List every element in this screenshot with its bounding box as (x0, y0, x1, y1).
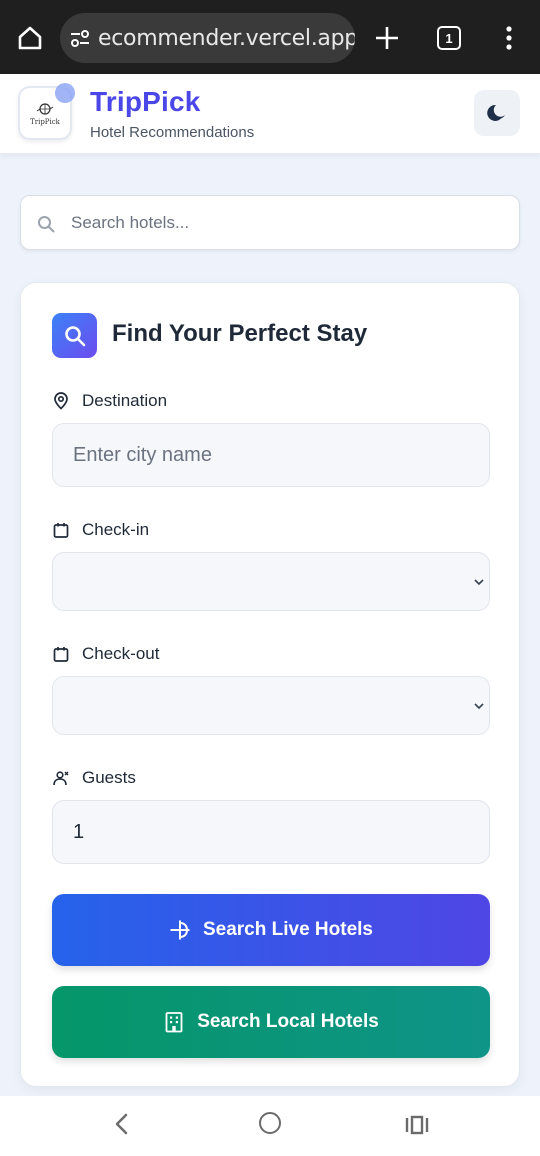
search-input[interactable] (71, 196, 511, 249)
checkout-label-text: Check-out (82, 644, 160, 663)
more-menu-icon[interactable] (503, 25, 515, 51)
search-form-card: Find Your Perfect Stay Destination Enter… (20, 282, 520, 1087)
map-pin-icon (54, 392, 68, 410)
address-bar[interactable]: ecommender.vercel.app (60, 13, 355, 63)
moon-icon (487, 104, 505, 121)
building-icon (165, 1012, 183, 1033)
destination-label-text: Destination (82, 391, 168, 410)
url-text: ecommender.vercel.app (98, 25, 355, 51)
checkin-date-input[interactable] (52, 552, 490, 611)
calendar-icon (53, 647, 69, 662)
card-search-icon (52, 313, 97, 358)
logo-text: TripPick (30, 117, 60, 126)
checkout-date-input[interactable] (52, 676, 490, 735)
home-icon[interactable] (16, 24, 44, 52)
guests-icon (53, 771, 69, 786)
app-header: TripPick TripPick Hotel Recommendations (0, 74, 540, 154)
system-nav-bar (0, 1096, 540, 1156)
chevron-down-icon (474, 578, 484, 585)
browser-toolbar: ecommender.vercel.app 1 (0, 0, 540, 74)
tab-switcher-icon[interactable]: 1 (437, 26, 461, 50)
chevron-down-icon (474, 702, 484, 709)
destination-placeholder: Enter city name (73, 443, 212, 466)
site-settings-icon[interactable] (68, 27, 92, 49)
back-icon[interactable] (112, 1112, 132, 1136)
tab-count: 1 (445, 30, 453, 46)
search-icon (38, 216, 55, 233)
guests-label-text: Guests (82, 768, 136, 787)
app-title: TripPick (90, 86, 201, 117)
recents-icon[interactable] (405, 1115, 429, 1135)
checkout-label: Check-out (52, 644, 159, 664)
search-local-hotels-button[interactable]: Search Local Hotels (52, 986, 490, 1058)
search-bar (20, 195, 520, 250)
new-tab-icon[interactable] (374, 25, 400, 51)
home-button-icon[interactable] (259, 1112, 281, 1134)
calendar-icon (53, 523, 69, 538)
theme-toggle-button[interactable] (474, 90, 520, 136)
search-local-hotels-label: Search Local Hotels (197, 1011, 379, 1032)
form-title: Find Your Perfect Stay (112, 320, 368, 347)
logo-globe-icon (36, 102, 54, 115)
guests-value: 1 (73, 820, 85, 843)
checkin-label: Check-in (52, 520, 149, 540)
checkin-label-text: Check-in (82, 520, 150, 539)
destination-input[interactable]: Enter city name (52, 423, 490, 487)
guests-label: Guests (52, 768, 136, 788)
plane-icon (170, 920, 190, 940)
search-live-hotels-label: Search Live Hotels (202, 919, 374, 940)
guests-input[interactable]: 1 (52, 800, 490, 864)
search-live-hotels-button[interactable]: Search Live Hotels (52, 894, 490, 966)
logo-status-dot (55, 83, 75, 103)
app-subtitle: Hotel Recommendations (90, 124, 255, 141)
destination-label: Destination (52, 391, 167, 411)
